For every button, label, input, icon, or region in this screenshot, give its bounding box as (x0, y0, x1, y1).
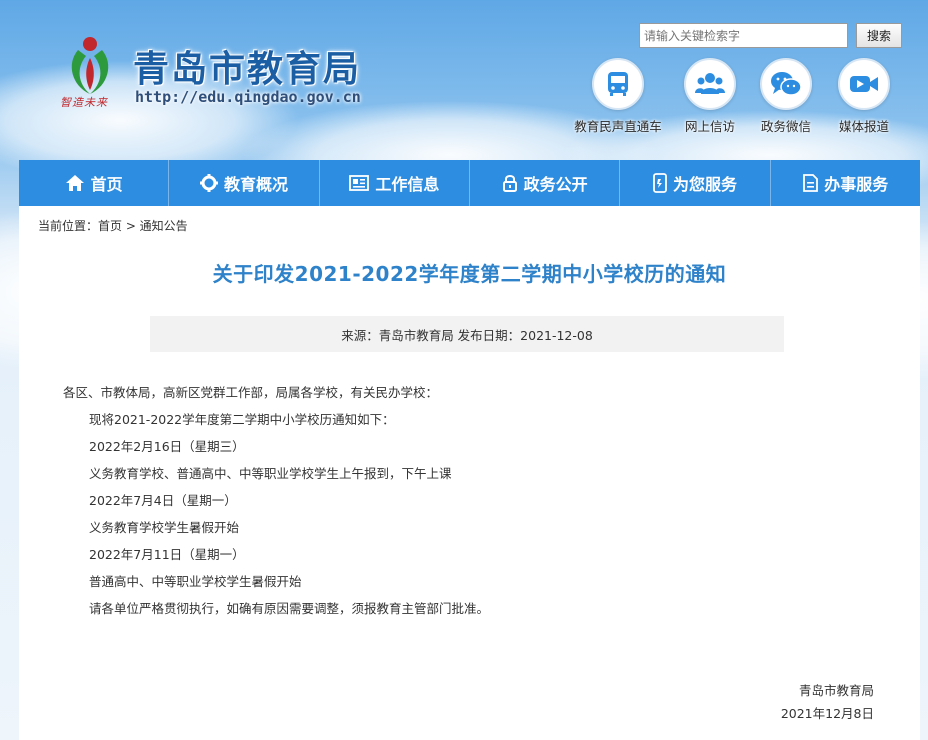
nav-item-label: 办事服务 (824, 175, 889, 194)
logo-slogan: 智造未来 (60, 96, 108, 109)
newspaper-icon (349, 175, 370, 191)
search-input[interactable] (639, 23, 848, 48)
paragraph: 请各单位严格贯彻执行，如确有原因需要调整，须报教育主管部门批准。 (89, 601, 490, 616)
paragraph: 普通高中、中等职业学校学生暑假开始 (89, 574, 302, 589)
gear-icon (199, 174, 218, 192)
paragraph: 2022年7月11日（星期一） (89, 547, 245, 562)
quick-link-label: 政务微信 (760, 119, 811, 134)
article-title: 关于印发2021-2022学年度第二学期中小学校历的通知 (212, 262, 727, 286)
article-body: 各区、市教体局，高新区党群工作部，局属各学校，有关民办学校： 现将2021-20… (63, 384, 489, 627)
lock-icon (502, 175, 517, 192)
breadcrumb[interactable]: 当前位置：首页 > 通知公告 (38, 217, 188, 234)
search-button[interactable]: 搜索 (856, 23, 902, 48)
main-nav: 首页 教育概况 工作信息 政务公开 为您服务 办事服务 (19, 160, 920, 206)
nav-item-work-info[interactable]: 工作信息 (320, 160, 470, 206)
document-icon (803, 174, 819, 192)
bureau-logo-icon[interactable] (64, 30, 116, 98)
video-icon (850, 76, 878, 92)
quick-link-label: 教育民声直通车 (574, 119, 662, 134)
nav-item-label: 首页 (90, 175, 123, 194)
site-header: 智造未来 青岛市教育局 http://edu.qingdao.gov.cn 搜索… (0, 0, 928, 160)
paragraph: 义务教育学校、普通高中、中等职业学校学生上午报到，下午上课 (89, 466, 452, 481)
home-icon (65, 175, 84, 191)
signature-date: 2021年12月8日 (780, 706, 874, 721)
quick-link-wechat[interactable]: 政务微信 (741, 58, 831, 135)
quick-link-media[interactable]: 媒体报道 (819, 58, 909, 135)
salutation: 各区、市教体局，高新区党群工作部，局属各学校，有关民办学校： (63, 385, 439, 400)
site-title[interactable]: 青岛市教育局 (133, 40, 361, 92)
quick-link-bus[interactable]: 教育民声直通车 (573, 58, 663, 135)
nav-item-label: 教育概况 (223, 175, 288, 194)
wechat-icon (771, 72, 802, 96)
paragraph: 现将2021-2022学年度第二学期中小学校历通知如下： (89, 412, 395, 427)
nav-item-government-affairs[interactable]: 政务公开 (470, 160, 621, 206)
nav-item-label: 工作信息 (375, 175, 440, 194)
article-signature: 青岛市教育局 2021年12月8日 (781, 682, 874, 728)
quick-link-label: 媒体报道 (838, 119, 889, 134)
bus-icon (608, 72, 628, 96)
nav-item-overview[interactable]: 教育概况 (169, 160, 320, 206)
paragraph: 义务教育学校学生暑假开始 (89, 520, 240, 535)
nav-item-home[interactable]: 首页 (19, 160, 170, 206)
site-url: http://edu.qingdao.gov.cn (135, 88, 361, 106)
signature-org: 青岛市教育局 (798, 683, 874, 698)
nav-item-label: 为您服务 (672, 175, 737, 194)
nav-item-affairs-service[interactable]: 办事服务 (771, 160, 920, 206)
nav-item-services[interactable]: 为您服务 (620, 160, 771, 206)
article-meta: 来源：青岛市教育局 发布日期：2021-12-08 (150, 316, 784, 352)
nav-item-label: 政务公开 (523, 175, 588, 194)
paragraph: 2022年7月4日（星期一） (89, 493, 237, 508)
phone-icon (653, 173, 667, 193)
paragraph: 2022年2月16日（星期三） (89, 439, 245, 454)
people-icon (695, 73, 725, 94)
article-panel: 当前位置：首页 > 通知公告 关于印发2021-2022学年度第二学期中小学校历… (19, 206, 920, 740)
